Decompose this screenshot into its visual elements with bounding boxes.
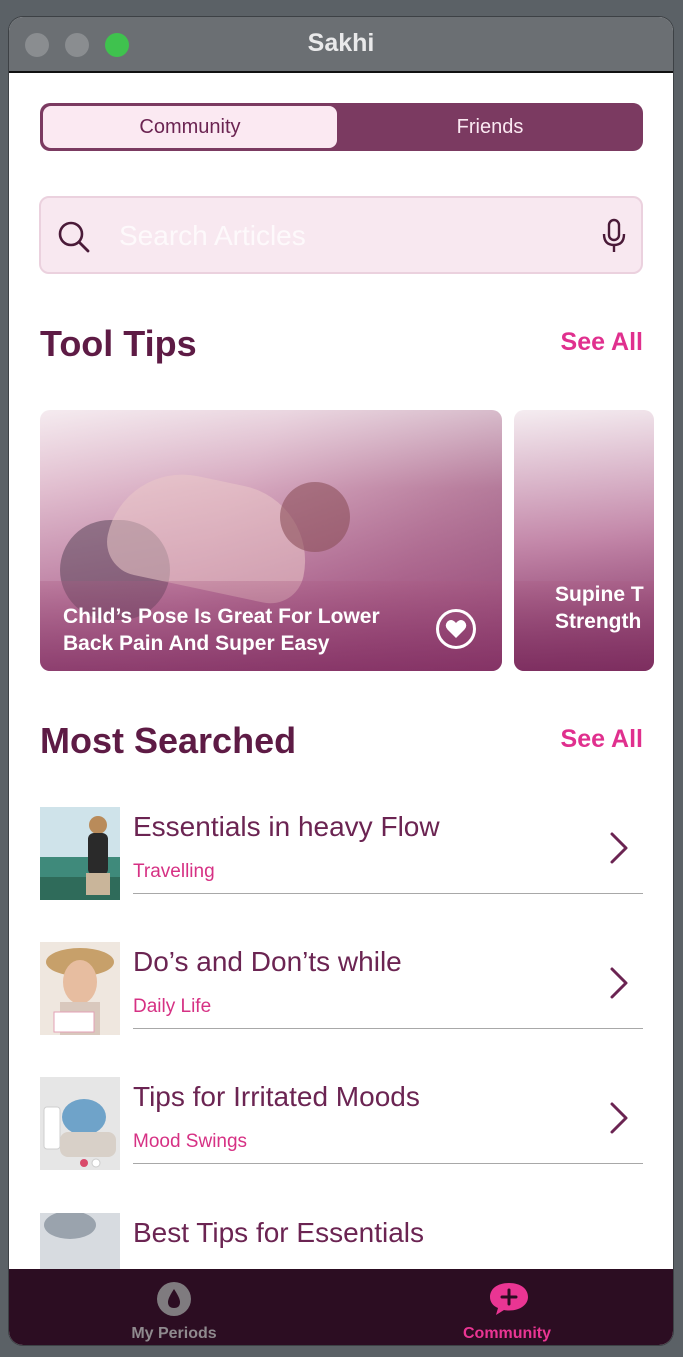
list-item[interactable]: Essentials in heavy Flow Travelling	[40, 807, 643, 927]
tool-tips-title: Tool Tips	[40, 323, 197, 364]
app-window: Sakhi Community Friends Tool Tips See Al…	[9, 17, 673, 1345]
tool-tips-see-all-link[interactable]: See All	[561, 328, 643, 357]
divider	[133, 1163, 643, 1164]
microphone-icon[interactable]	[601, 218, 627, 259]
segment-community[interactable]: Community	[43, 106, 337, 148]
chevron-right-icon	[609, 1101, 629, 1140]
segmented-control: Community Friends	[40, 103, 643, 151]
divider	[133, 1028, 643, 1029]
list-item[interactable]: Tips for Irritated Moods Mood Swings	[40, 1077, 643, 1197]
article-thumbnail	[40, 942, 120, 1035]
search-input[interactable]	[119, 216, 579, 256]
card-title: Child’s Pose Is Great For Lower Back Pai…	[63, 605, 380, 655]
article-category: Travelling	[133, 861, 215, 882]
tool-tip-card[interactable]: Supine T Strength	[514, 410, 654, 671]
article-title: Tips for Irritated Moods	[133, 1081, 420, 1112]
most-searched-title: Most Searched	[40, 720, 297, 761]
article-title: Best Tips for Essentials	[133, 1217, 425, 1248]
list-item[interactable]: Best Tips for Essentials	[40, 1213, 643, 1269]
chat-plus-icon	[489, 1281, 529, 1322]
tab-label: Community	[463, 1325, 551, 1342]
article-thumbnail	[40, 807, 120, 900]
segment-friends[interactable]: Friends	[340, 106, 640, 148]
article-title: Essentials in heavy Flow	[133, 811, 440, 842]
most-searched-see-all-link[interactable]: See All	[561, 725, 643, 754]
article-thumbnail	[40, 1213, 120, 1269]
search-bar	[39, 196, 643, 274]
tab-my-periods[interactable]: My Periods	[74, 1269, 274, 1345]
main-content: Community Friends Tool Tips See All Chil…	[9, 75, 673, 1269]
article-title: Do’s and Don’ts while	[133, 946, 402, 977]
card-title: Supine T Strength	[555, 583, 644, 633]
tab-bar: My Periods Community	[9, 1269, 673, 1345]
search-icon	[57, 220, 91, 259]
divider	[133, 893, 643, 894]
article-category: Daily Life	[133, 996, 212, 1017]
article-category: Mood Swings	[133, 1131, 248, 1152]
chevron-right-icon	[609, 966, 629, 1005]
favorite-heart-icon[interactable]	[436, 609, 476, 649]
tab-label: My Periods	[131, 1325, 217, 1342]
list-item[interactable]: Do’s and Don’ts while Daily Life	[40, 942, 643, 1062]
title-bar: Sakhi	[9, 17, 673, 73]
chevron-right-icon	[609, 831, 629, 870]
window-title: Sakhi	[307, 29, 375, 57]
article-thumbnail	[40, 1077, 120, 1170]
drop-icon	[156, 1281, 192, 1322]
tab-community[interactable]: Community	[407, 1269, 607, 1345]
tool-tip-card[interactable]: Child’s Pose Is Great For Lower Back Pai…	[40, 410, 502, 671]
